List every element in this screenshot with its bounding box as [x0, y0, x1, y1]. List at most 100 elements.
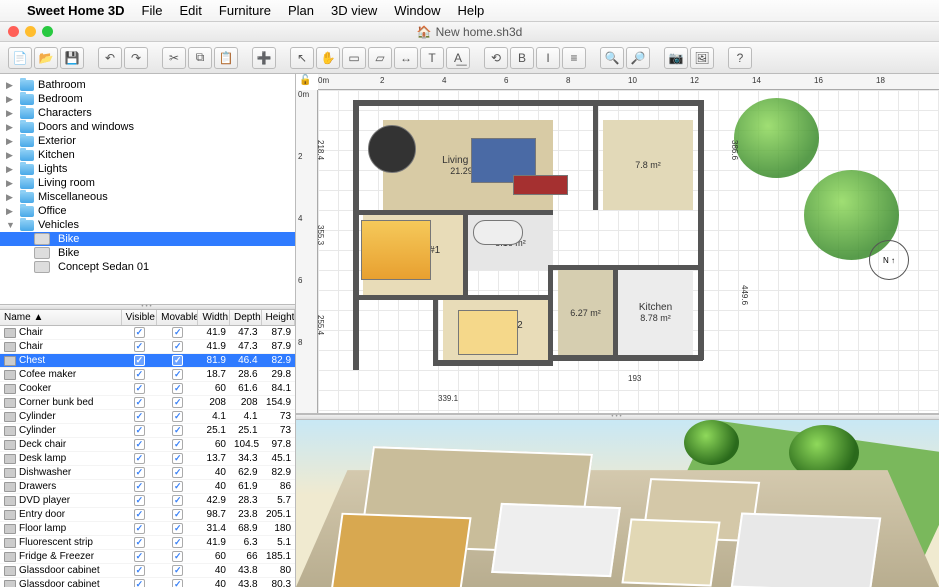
movable-checkbox[interactable]	[172, 369, 183, 380]
visible-checkbox[interactable]	[134, 383, 145, 394]
movable-checkbox[interactable]	[172, 439, 183, 450]
movable-checkbox[interactable]	[172, 341, 183, 352]
movable-checkbox[interactable]	[172, 355, 183, 366]
table-row[interactable]: Deck chair 60104.597.8	[0, 438, 295, 452]
catalog-category[interactable]: Exterior	[0, 134, 295, 148]
compass-icon[interactable]	[869, 240, 909, 280]
catalog-item[interactable]: Bike	[0, 246, 295, 260]
movable-checkbox[interactable]	[172, 481, 183, 492]
menu-edit[interactable]: Edit	[180, 3, 202, 18]
visible-checkbox[interactable]	[134, 411, 145, 422]
table-row[interactable]: Cylinder 25.125.173	[0, 424, 295, 438]
movable-checkbox[interactable]	[172, 565, 183, 576]
catalog-category[interactable]: Characters	[0, 106, 295, 120]
col-width[interactable]: Width	[198, 310, 230, 325]
col-visible[interactable]: Visible	[122, 310, 157, 325]
table-row[interactable]: Floor lamp 31.468.9180	[0, 522, 295, 536]
table-row[interactable]: Fridge & Freezer 6066185.1	[0, 550, 295, 564]
help-button[interactable]: ?	[728, 47, 752, 69]
catalog-category[interactable]: Bedroom	[0, 92, 295, 106]
visible-checkbox[interactable]	[134, 453, 145, 464]
movable-checkbox[interactable]	[172, 453, 183, 464]
italic-button[interactable]: I	[536, 47, 560, 69]
app-name-menu[interactable]: Sweet Home 3D	[27, 3, 125, 18]
table-row[interactable]: Desk lamp 13.734.345.1	[0, 452, 295, 466]
paste-button[interactable]: 📋	[214, 47, 238, 69]
undo-button[interactable]: ↶	[98, 47, 122, 69]
movable-checkbox[interactable]	[172, 327, 183, 338]
catalog-category[interactable]: Lights	[0, 162, 295, 176]
add-furn-button[interactable]: ➕	[252, 47, 276, 69]
menu-file[interactable]: File	[142, 3, 163, 18]
save-button[interactable]: 💾	[60, 47, 84, 69]
visible-checkbox[interactable]	[134, 439, 145, 450]
visible-checkbox[interactable]	[134, 537, 145, 548]
cut-button[interactable]: ✂	[162, 47, 186, 69]
minimize-window-button[interactable]	[25, 26, 36, 37]
catalog-item[interactable]: Bike	[0, 232, 295, 246]
menu-3dview[interactable]: 3D view	[331, 3, 377, 18]
visible-checkbox[interactable]	[134, 579, 145, 587]
hand-button[interactable]: ✋	[316, 47, 340, 69]
close-window-button[interactable]	[8, 26, 19, 37]
zoom-in-button[interactable]: 🔍	[600, 47, 624, 69]
table-row[interactable]: Fluorescent strip 41.96.35.1	[0, 536, 295, 550]
visible-checkbox[interactable]	[134, 425, 145, 436]
room[interactable]: Kitchen8.78 m²	[618, 270, 693, 355]
copy-button[interactable]: ⧉	[188, 47, 212, 69]
table-row[interactable]: Glassdoor cabinet 4043.880	[0, 564, 295, 578]
camera-button[interactable]: 📷	[664, 47, 688, 69]
visible-checkbox[interactable]	[134, 565, 145, 576]
zoom-window-button[interactable]	[42, 26, 53, 37]
visible-checkbox[interactable]	[134, 551, 145, 562]
table-row[interactable]: Cylinder 4.14.173	[0, 410, 295, 424]
room-button[interactable]: ▱	[368, 47, 392, 69]
visible-checkbox[interactable]	[134, 355, 145, 366]
table-row[interactable]: Cofee maker 18.728.629.8	[0, 368, 295, 382]
col-name[interactable]: Name ▲	[0, 310, 122, 325]
catalog-category[interactable]: Kitchen	[0, 148, 295, 162]
col-movable[interactable]: Movable	[157, 310, 198, 325]
visible-checkbox[interactable]	[134, 509, 145, 520]
visible-checkbox[interactable]	[134, 523, 145, 534]
movable-checkbox[interactable]	[172, 411, 183, 422]
col-depth[interactable]: Depth	[230, 310, 262, 325]
visible-checkbox[interactable]	[134, 467, 145, 478]
plan-3d-view[interactable]	[296, 420, 939, 587]
select-button[interactable]: ↖	[290, 47, 314, 69]
menu-window[interactable]: Window	[394, 3, 440, 18]
wall-button[interactable]: ▭	[342, 47, 366, 69]
movable-checkbox[interactable]	[172, 425, 183, 436]
new-button[interactable]: 📄	[8, 47, 32, 69]
text-button[interactable]: T	[420, 47, 444, 69]
table-row[interactable]: Drawers 4061.986	[0, 480, 295, 494]
movable-checkbox[interactable]	[172, 467, 183, 478]
movable-checkbox[interactable]	[172, 509, 183, 520]
furniture-piece[interactable]	[368, 125, 416, 173]
rot-l-button[interactable]: ⟲	[484, 47, 508, 69]
table-row[interactable]: Chair 41.947.387.9	[0, 340, 295, 354]
furniture-list-table[interactable]: Name ▲ Visible Movable Width Depth Heigh…	[0, 310, 295, 587]
movable-checkbox[interactable]	[172, 579, 183, 587]
visible-checkbox[interactable]	[134, 495, 145, 506]
lock-icon[interactable]: 🔓	[299, 75, 311, 86]
furniture-piece[interactable]	[458, 310, 518, 355]
catalog-category[interactable]: Office	[0, 204, 295, 218]
plan-2d-view[interactable]: 🔓 0m24681012141618 0m2468 Kitchen8.78 m²…	[296, 74, 939, 414]
movable-checkbox[interactable]	[172, 523, 183, 534]
catalog-item[interactable]: Concept Sedan 01	[0, 260, 295, 274]
zoom-out-button[interactable]: 🔎	[626, 47, 650, 69]
dim-button[interactable]: ↔	[394, 47, 418, 69]
table-row[interactable]: Chair 41.947.387.9	[0, 326, 295, 340]
furniture-piece[interactable]	[473, 220, 523, 245]
table-row[interactable]: DVD player 42.928.35.7	[0, 494, 295, 508]
catalog-category[interactable]: Vehicles	[0, 218, 295, 232]
menu-help[interactable]: Help	[457, 3, 484, 18]
menu-furniture[interactable]: Furniture	[219, 3, 271, 18]
open-button[interactable]: 📂	[34, 47, 58, 69]
movable-checkbox[interactable]	[172, 383, 183, 394]
table-row[interactable]: Cooker 6061.684.1	[0, 382, 295, 396]
catalog-category[interactable]: Miscellaneous	[0, 190, 295, 204]
movable-checkbox[interactable]	[172, 537, 183, 548]
furniture-piece[interactable]	[361, 220, 431, 280]
